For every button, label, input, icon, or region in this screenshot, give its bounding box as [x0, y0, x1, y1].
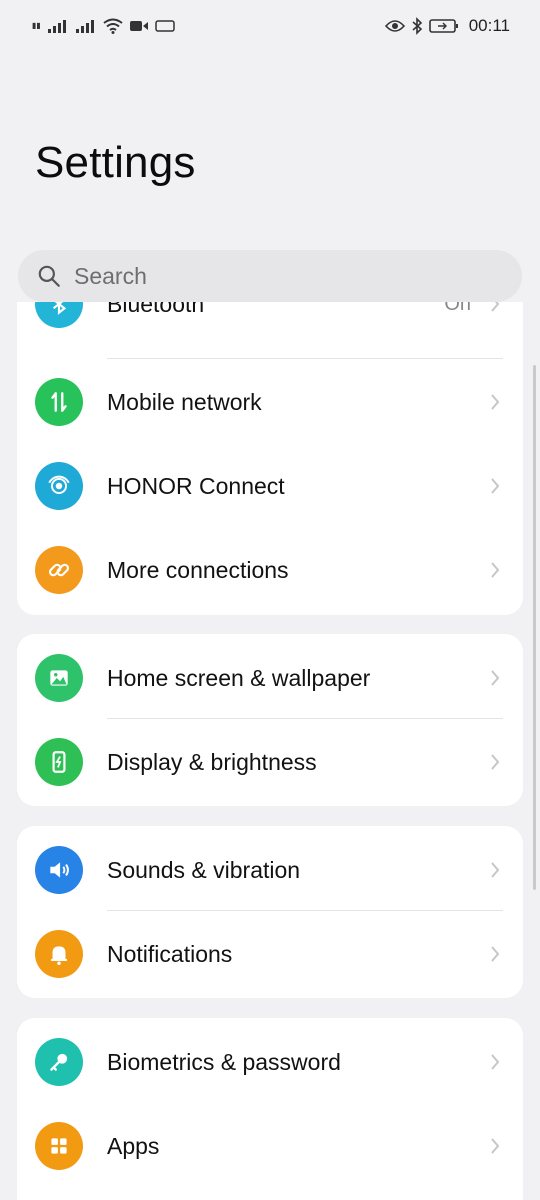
settings-item-apps[interactable]: Apps: [17, 1104, 523, 1188]
settings-item-label: Mobile network: [107, 388, 262, 415]
chevron-right-icon: [491, 862, 500, 878]
settings-item-sounds[interactable]: Sounds & vibration: [17, 828, 523, 912]
chevron-right-icon: [491, 394, 500, 410]
chevron-right-icon: [491, 478, 500, 494]
settings-item-honor-connect[interactable]: HONOR Connect: [17, 444, 523, 528]
wifi-icon: [103, 18, 123, 34]
chevron-right-icon: [491, 670, 500, 686]
settings-item-mobile-network[interactable]: Mobile network: [17, 360, 523, 444]
signal-icon-2: [75, 20, 94, 33]
settings-item-label: Display & brightness: [107, 748, 317, 775]
signal-icon: [47, 20, 66, 33]
bluetooth-status-icon: [412, 17, 422, 35]
bluetooth-icon: [35, 302, 83, 328]
sim-icon: ▮▮: [32, 21, 41, 30]
hd-icon: [155, 20, 175, 32]
status-right: 00:11: [384, 16, 510, 36]
status-bar: ▮▮ 00:11: [0, 0, 540, 52]
page-title: Settings: [35, 138, 196, 187]
settings-group-sound: Sounds & vibration Notifications: [17, 826, 523, 998]
chevron-right-icon: [491, 302, 500, 312]
settings-item-home-screen[interactable]: Home screen & wallpaper: [17, 636, 523, 720]
speaker-icon: [35, 846, 83, 894]
search-bar[interactable]: Search: [18, 250, 522, 302]
search-placeholder: Search: [74, 262, 147, 289]
settings-group-connectivity: Bluetooth On Mobile network HONOR Connec…: [17, 302, 523, 615]
settings-item-biometrics[interactable]: Biometrics & password: [17, 1020, 523, 1104]
chevron-right-icon: [491, 1138, 500, 1154]
settings-item-more-connections[interactable]: More connections: [17, 528, 523, 612]
settings-group-display: Home screen & wallpaper Display & bright…: [17, 634, 523, 806]
chevron-right-icon: [491, 1054, 500, 1070]
image-icon: [35, 654, 83, 702]
key-icon: [35, 1038, 83, 1086]
phone-brightness-icon: [35, 738, 83, 786]
settings-item-notifications[interactable]: Notifications: [17, 912, 523, 996]
search-icon: [38, 265, 60, 287]
connect-icon: [35, 462, 83, 510]
bell-icon: [35, 930, 83, 978]
settings-item-label: Notifications: [107, 940, 233, 967]
video-icon: [129, 21, 148, 31]
chevron-right-icon: [491, 562, 500, 578]
settings-item-label: HONOR Connect: [107, 472, 285, 499]
settings-item-label: Home screen & wallpaper: [107, 664, 371, 691]
settings-item-value: On: [444, 302, 471, 315]
settings-group-security: Biometrics & password Apps: [17, 1018, 523, 1200]
status-time: 00:11: [468, 16, 510, 35]
settings-item-bluetooth[interactable]: Bluetooth On: [17, 302, 523, 346]
battery-icon: [428, 19, 458, 33]
chevron-right-icon: [491, 946, 500, 962]
settings-item-label: More connections: [107, 556, 289, 583]
settings-item-label: Apps: [107, 1132, 160, 1159]
eye-icon: [384, 20, 405, 32]
settings-item-label: Biometrics & password: [107, 1048, 341, 1075]
link-icon: [35, 546, 83, 594]
status-left: ▮▮: [32, 18, 175, 34]
settings-item-display-brightness[interactable]: Display & brightness: [17, 720, 523, 804]
settings-list[interactable]: Bluetooth On Mobile network HONOR Connec…: [0, 302, 540, 1200]
mobile-data-icon: [35, 378, 83, 426]
settings-item-label: Sounds & vibration: [107, 856, 301, 883]
chevron-right-icon: [491, 754, 500, 770]
settings-item-label: Bluetooth: [107, 302, 205, 317]
scrollbar[interactable]: [533, 365, 536, 890]
apps-grid-icon: [35, 1122, 83, 1170]
